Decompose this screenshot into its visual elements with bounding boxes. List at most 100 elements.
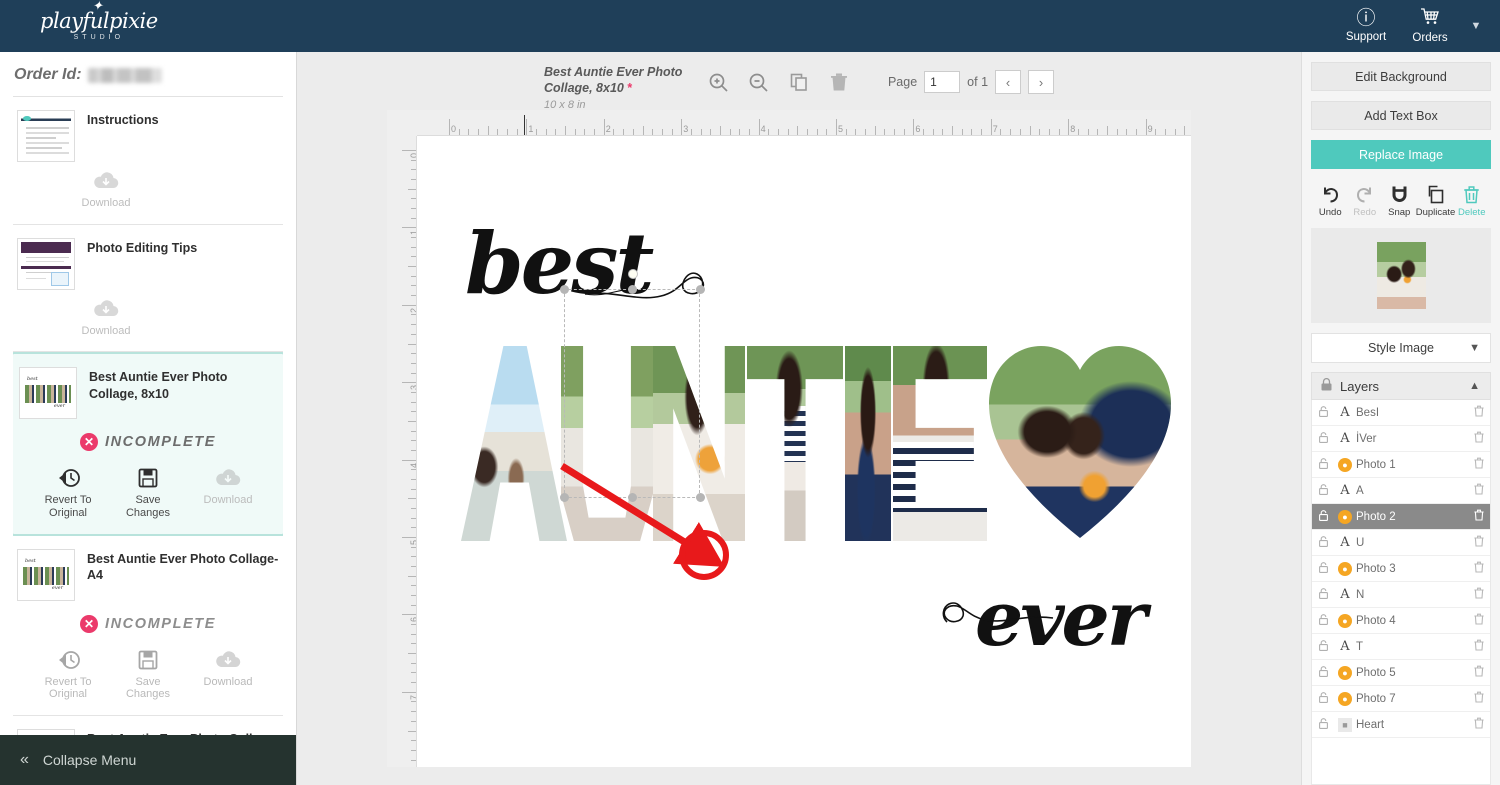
add-text-box-button[interactable]: Add Text Box xyxy=(1311,101,1491,130)
download-button[interactable]: Download xyxy=(75,296,137,338)
undo-button[interactable]: Undo xyxy=(1313,183,1348,218)
heart-photo-frame[interactable] xyxy=(989,346,1171,541)
download-button[interactable]: Download xyxy=(197,465,259,519)
vertical-ruler[interactable]: 0 1 2 3 4 5 6 7 xyxy=(387,136,417,767)
ruler-tick xyxy=(555,129,557,135)
product-card-list[interactable]: Instructions Download Photo Editing Tips… xyxy=(13,96,283,735)
delete-layer-icon[interactable] xyxy=(1468,561,1490,576)
resize-handle-top-left[interactable] xyxy=(560,285,569,294)
duplicate-button[interactable]: Duplicate xyxy=(1416,183,1455,218)
account-chevron-down-icon[interactable]: ▼ xyxy=(1462,20,1490,32)
ruler-tick xyxy=(1068,119,1070,135)
delete-button[interactable] xyxy=(824,68,854,96)
delete-layer-icon[interactable] xyxy=(1468,665,1490,680)
product-card-11x14[interactable]: best Best Auntie Ever Photo Collage, 11x… xyxy=(13,716,283,735)
layer-row[interactable]: A BesI xyxy=(1312,400,1490,426)
lock-icon[interactable] xyxy=(1312,431,1334,446)
layer-row[interactable]: AT xyxy=(1312,634,1490,660)
delete-layer-icon[interactable] xyxy=(1468,587,1490,602)
selection-bounding-box[interactable] xyxy=(560,269,705,502)
delete-layer-icon[interactable] xyxy=(1468,639,1490,654)
app-logo[interactable]: ✦ playfulpixie STUDIO xyxy=(40,0,158,41)
selected-image-preview[interactable] xyxy=(1311,228,1491,323)
rotate-handle[interactable] xyxy=(628,269,638,279)
ruler-label: 4 xyxy=(409,463,416,468)
prev-page-button[interactable]: ‹ xyxy=(995,70,1022,94)
layer-row[interactable]: AA xyxy=(1312,478,1490,504)
card-actions: Revert To Original Save Changes Download xyxy=(19,465,277,519)
zoom-in-button[interactable] xyxy=(704,68,734,96)
revert-to-original-button[interactable]: Revert To Original xyxy=(37,465,99,519)
letter-I-photo[interactable] xyxy=(845,346,891,541)
resize-handle-bottom-left[interactable] xyxy=(560,493,569,502)
layer-row[interactable]: ● Photo 3 xyxy=(1312,556,1490,582)
copy-button[interactable] xyxy=(784,68,814,96)
resize-handle-bottom-center[interactable] xyxy=(628,493,637,502)
revert-to-original-button[interactable]: Revert To Original xyxy=(37,647,99,701)
page-number-input[interactable] xyxy=(924,71,961,93)
layer-row[interactable]: ● Photo 1 xyxy=(1312,452,1490,478)
layer-row[interactable]: A İVer xyxy=(1312,426,1490,452)
lock-icon[interactable] xyxy=(1312,639,1334,654)
style-image-accordion[interactable]: Style Image ▼ xyxy=(1311,333,1491,363)
redo-button[interactable]: Redo xyxy=(1348,183,1383,218)
save-changes-button[interactable]: Save Changes xyxy=(117,647,179,701)
save-changes-button[interactable]: Save Changes xyxy=(117,465,179,519)
ruler-tick xyxy=(1097,129,1099,135)
product-card-instructions[interactable]: Instructions Download xyxy=(13,97,283,225)
lock-icon[interactable] xyxy=(1312,509,1334,524)
lock-icon[interactable] xyxy=(1312,457,1334,472)
layer-row[interactable]: ● Photo 4 xyxy=(1312,608,1490,634)
lock-icon[interactable] xyxy=(1312,587,1334,602)
design-canvas-page[interactable]: best ever xyxy=(417,136,1191,767)
delete-layer-icon[interactable] xyxy=(1468,431,1490,446)
layer-row[interactable]: ● Photo 2 xyxy=(1312,504,1490,530)
edit-background-button[interactable]: Edit Background xyxy=(1311,62,1491,91)
orders-button[interactable]: Orders xyxy=(1398,8,1462,44)
download-button[interactable]: Download xyxy=(75,168,137,210)
lock-icon[interactable] xyxy=(1312,613,1334,628)
letter-T-photo[interactable] xyxy=(747,346,843,541)
delete-layer-icon[interactable] xyxy=(1468,535,1490,550)
delete-layer-icon[interactable] xyxy=(1468,613,1490,628)
letter-A-photo[interactable] xyxy=(461,346,567,541)
next-page-button[interactable]: › xyxy=(1028,70,1055,94)
zoom-out-button[interactable] xyxy=(744,68,774,96)
delete-layer-button[interactable]: Delete xyxy=(1455,183,1490,218)
resize-handle-top-center[interactable] xyxy=(628,285,637,294)
layer-row[interactable]: AU xyxy=(1312,530,1490,556)
replace-image-button[interactable]: Replace Image xyxy=(1311,140,1491,169)
resize-handle-bottom-right[interactable] xyxy=(696,493,705,502)
lock-icon[interactable] xyxy=(1312,717,1334,732)
layer-row[interactable]: ■ Heart xyxy=(1312,712,1490,738)
layer-row[interactable]: AN xyxy=(1312,582,1490,608)
lock-icon[interactable] xyxy=(1312,691,1334,706)
snap-button[interactable]: Snap xyxy=(1382,183,1417,218)
delete-layer-icon[interactable] xyxy=(1468,483,1490,498)
download-button[interactable]: Download xyxy=(197,647,259,701)
undo-icon xyxy=(1321,183,1340,205)
layer-name: N xyxy=(1356,588,1365,601)
lock-icon[interactable] xyxy=(1312,665,1334,680)
lock-icon[interactable] xyxy=(1312,535,1334,550)
lock-icon[interactable] xyxy=(1312,483,1334,498)
collapse-menu-button[interactable]: « Collapse Menu xyxy=(0,735,296,785)
lock-icon[interactable] xyxy=(1312,561,1334,576)
support-button[interactable]: ⓘ Support xyxy=(1334,9,1398,44)
layer-row[interactable]: ● Photo 5 xyxy=(1312,660,1490,686)
layers-panel-header[interactable]: Layers ▲ xyxy=(1311,372,1491,400)
horizontal-ruler[interactable]: 0 1 2 3 4 5 6 7 8 9 xyxy=(417,110,1191,136)
layer-row[interactable]: ● Photo 7 xyxy=(1312,686,1490,712)
product-card-8x10[interactable]: best ever Best Auntie Ever Photo Collage… xyxy=(13,352,283,536)
delete-layer-icon[interactable] xyxy=(1468,717,1490,732)
resize-handle-top-right[interactable] xyxy=(696,285,705,294)
delete-layer-icon[interactable] xyxy=(1468,457,1490,472)
delete-layer-icon[interactable] xyxy=(1468,405,1490,420)
lock-icon[interactable] xyxy=(1312,405,1334,420)
delete-layer-icon[interactable] xyxy=(1468,691,1490,706)
product-card-a4[interactable]: best ever Best Auntie Ever Photo Collage… xyxy=(13,536,283,716)
delete-layer-icon[interactable] xyxy=(1468,509,1490,524)
letter-E-photo[interactable] xyxy=(893,346,987,541)
layers-list[interactable]: A BesI A İVer ● Photo 1 A A ● Photo 2 A U ● Photo 3AN… xyxy=(1311,400,1491,785)
product-card-photo-editing-tips[interactable]: Photo Editing Tips Download xyxy=(13,225,283,353)
